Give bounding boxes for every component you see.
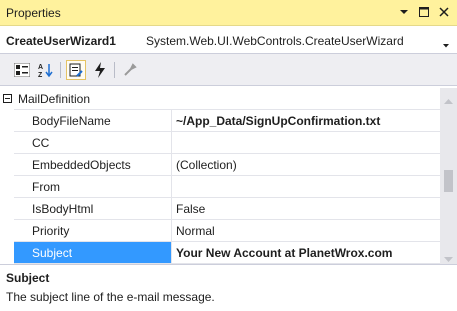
row-gutter bbox=[0, 154, 14, 176]
property-name: BodyFileName bbox=[14, 110, 172, 132]
category-name: MailDefinition bbox=[14, 88, 440, 110]
property-name: IsBodyHtml bbox=[14, 198, 172, 220]
property-row[interactable]: From bbox=[0, 176, 440, 198]
collapse-icon[interactable] bbox=[3, 94, 12, 103]
toolbar-separator bbox=[60, 62, 61, 78]
window-title: Properties bbox=[6, 6, 61, 20]
property-value[interactable] bbox=[172, 132, 440, 154]
property-value[interactable]: ~/App_Data/SignUpConfirmation.txt bbox=[172, 110, 440, 132]
vertical-scrollbar[interactable] bbox=[440, 88, 457, 264]
category-row[interactable]: MailDefinition bbox=[0, 88, 440, 110]
property-row[interactable]: IsBodyHtml False bbox=[0, 198, 440, 220]
property-row[interactable]: EmbeddedObjects (Collection) bbox=[0, 154, 440, 176]
toolbar: A Z bbox=[0, 54, 457, 86]
chevron-down-icon[interactable] bbox=[443, 37, 449, 51]
row-gutter bbox=[0, 242, 14, 264]
window-controls bbox=[397, 4, 451, 20]
svg-text:Z: Z bbox=[38, 72, 43, 78]
property-name: Subject bbox=[14, 242, 172, 264]
description-pane: Subject The subject line of the e-mail m… bbox=[0, 264, 457, 311]
property-name: From bbox=[14, 176, 172, 198]
description-text: The subject line of the e-mail message. bbox=[6, 290, 215, 304]
property-value[interactable] bbox=[172, 176, 440, 198]
property-value[interactable]: (Collection) bbox=[172, 154, 440, 176]
property-name: EmbeddedObjects bbox=[14, 154, 172, 176]
scrollbar-thumb[interactable] bbox=[444, 170, 453, 192]
scroll-up-icon[interactable] bbox=[444, 93, 453, 107]
property-name: CC bbox=[14, 132, 172, 154]
title-bar[interactable]: Properties bbox=[0, 0, 457, 26]
object-type: System.Web.UI.WebControls.CreateUserWiza… bbox=[146, 34, 404, 48]
alphabetical-icon[interactable]: A Z bbox=[36, 60, 56, 80]
row-gutter bbox=[0, 88, 14, 110]
property-name: Priority bbox=[14, 220, 172, 242]
dropdown-arrow-icon[interactable] bbox=[397, 4, 411, 20]
row-gutter bbox=[0, 198, 14, 220]
property-row[interactable]: CC bbox=[0, 132, 440, 154]
events-icon[interactable] bbox=[90, 60, 110, 80]
object-selector[interactable]: CreateUserWizard1 System.Web.UI.WebContr… bbox=[0, 26, 457, 54]
property-row-selected[interactable]: Subject Your New Account at PlanetWrox.c… bbox=[0, 242, 440, 264]
svg-text:A: A bbox=[38, 64, 43, 71]
row-gutter bbox=[0, 176, 14, 198]
row-gutter bbox=[0, 110, 14, 132]
property-row[interactable]: Priority Normal bbox=[0, 220, 440, 242]
properties-window: Properties CreateUserWizard1 System.Web.… bbox=[0, 0, 457, 311]
property-value[interactable]: False bbox=[172, 198, 440, 220]
property-grid: MailDefinition BodyFileName ~/App_Data/S… bbox=[0, 88, 440, 264]
toolbar-separator bbox=[114, 62, 115, 78]
property-pages-icon[interactable] bbox=[120, 60, 140, 80]
property-value[interactable]: Your New Account at PlanetWrox.com bbox=[172, 242, 440, 264]
object-name: CreateUserWizard1 bbox=[6, 34, 116, 48]
description-title: Subject bbox=[6, 271, 50, 285]
row-gutter bbox=[0, 220, 14, 242]
properties-icon[interactable] bbox=[66, 60, 86, 80]
row-gutter bbox=[0, 132, 14, 154]
categorized-icon[interactable] bbox=[12, 60, 32, 80]
scroll-down-icon[interactable] bbox=[444, 251, 453, 265]
property-row[interactable]: BodyFileName ~/App_Data/SignUpConfirmati… bbox=[0, 110, 440, 132]
close-icon[interactable] bbox=[437, 4, 451, 20]
maximize-icon[interactable] bbox=[417, 4, 431, 20]
property-value[interactable]: Normal bbox=[172, 220, 440, 242]
